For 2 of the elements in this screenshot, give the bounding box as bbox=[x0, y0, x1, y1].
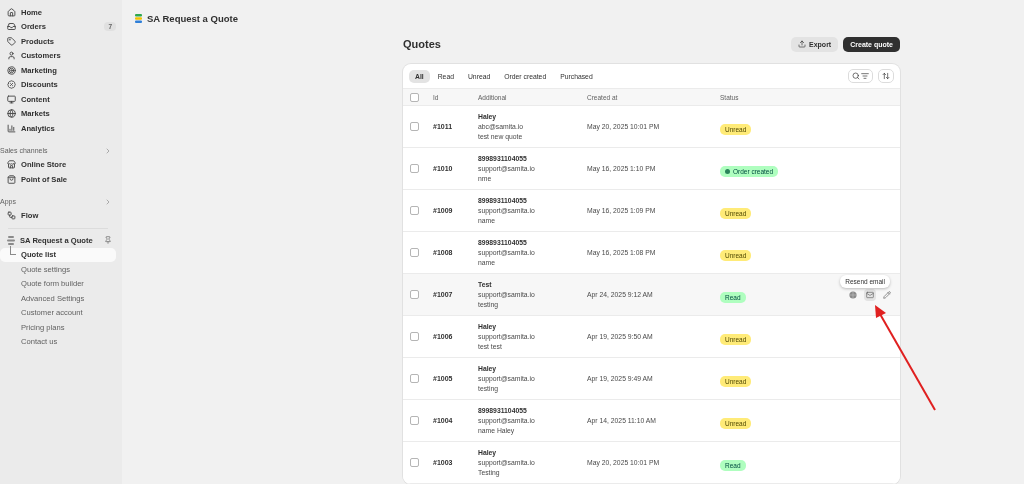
app-title: SA Request a Quote bbox=[147, 12, 238, 24]
page-title: Quotes bbox=[403, 38, 441, 50]
